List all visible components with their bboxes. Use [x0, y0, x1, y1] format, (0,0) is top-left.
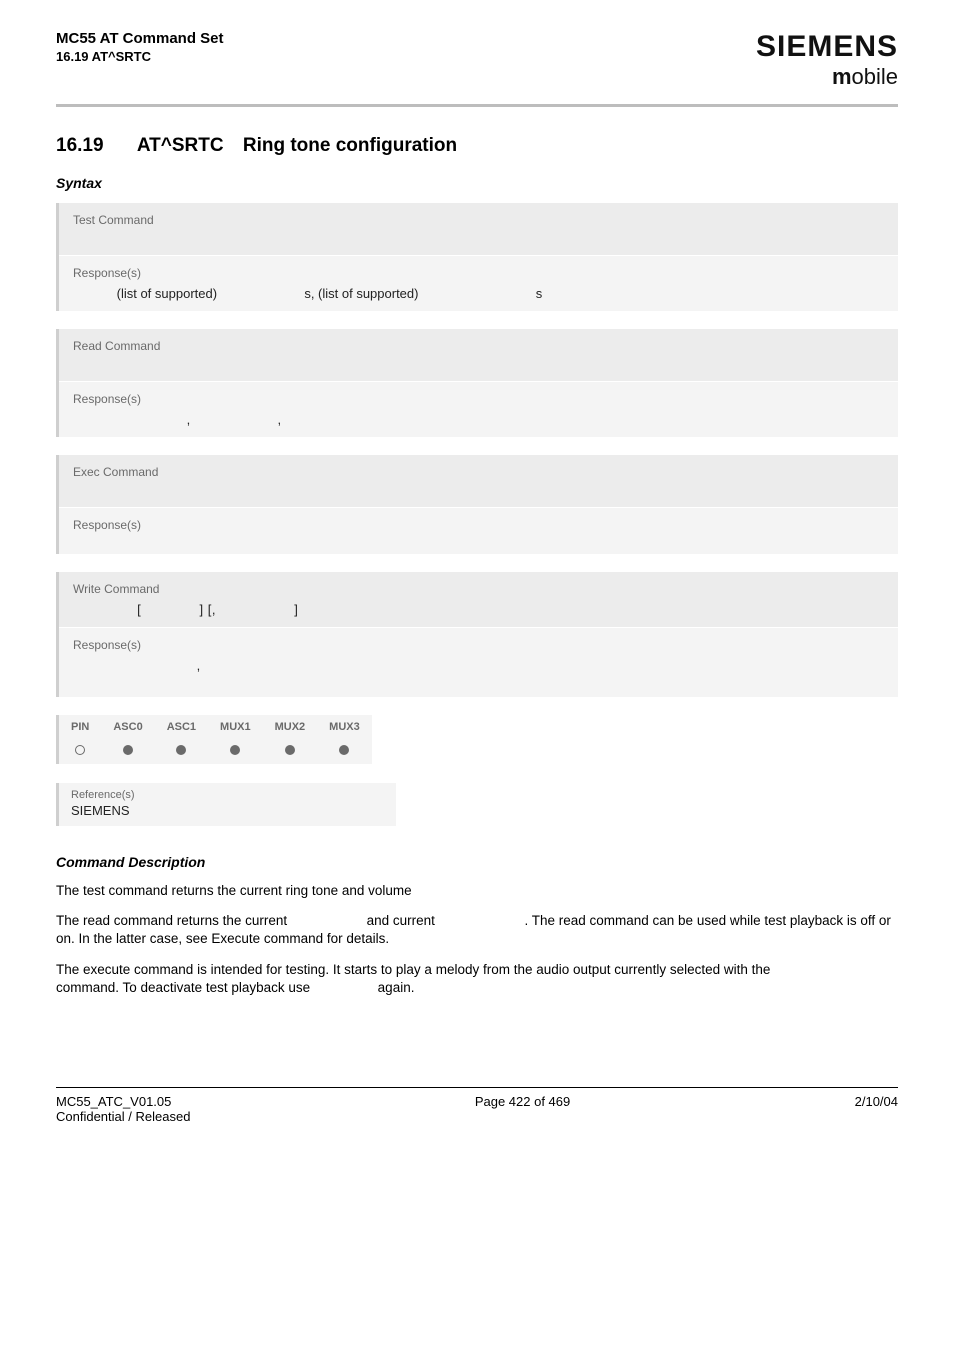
- availability-value-row: [59, 739, 372, 764]
- read-comma-1: ,: [187, 412, 191, 427]
- test-response-label: Response(s): [73, 266, 884, 280]
- desc-p2b: and current: [367, 913, 435, 928]
- footer-version: MC55_ATC_V01.05: [56, 1094, 190, 1109]
- availability-table: PIN ASC0 ASC1 MUX1 MUX2 MUX3: [56, 715, 372, 764]
- read-comma-2: ,: [278, 412, 282, 427]
- reference-label: Reference(s): [59, 783, 396, 803]
- exec-command-box: Exec Command Response(s): [56, 455, 898, 554]
- read-response-content: , ,: [73, 412, 884, 427]
- page-footer: MC55_ATC_V01.05 Confidential / Released …: [56, 1087, 898, 1124]
- test-resp-seg-b: s, (list of supported): [304, 286, 418, 301]
- col-mux3: MUX3: [317, 715, 372, 739]
- write-command-content: [ ] [, ]: [73, 602, 884, 617]
- reference-box: Reference(s) SIEMENS: [56, 783, 396, 826]
- desc-p3a: The execute command is intended for test…: [56, 962, 770, 977]
- availability-header-row: PIN ASC0 ASC1 MUX1 MUX2 MUX3: [59, 715, 372, 739]
- write-comma: ,: [197, 658, 201, 673]
- doc-subheading: 16.19 AT^SRTC: [56, 49, 224, 64]
- dot-filled-icon: [339, 745, 349, 755]
- section-heading: 16.19 AT^SRTC Ring tone configuration: [56, 135, 898, 157]
- desc-p2a: The read command returns the current: [56, 913, 287, 928]
- write-command-box: Write Command [ ] [, ] Response(s) ,: [56, 572, 898, 697]
- read-response-label: Response(s): [73, 392, 884, 406]
- col-asc0: ASC0: [101, 715, 154, 739]
- col-pin: PIN: [59, 715, 101, 739]
- desc-p2: The read command returns the current and…: [56, 912, 898, 948]
- dot-filled-icon: [176, 745, 186, 755]
- desc-p1: The test command returns the current rin…: [56, 882, 898, 900]
- header-rule: [56, 104, 898, 107]
- test-resp-seg-a: (list of supported): [117, 286, 217, 301]
- exec-command-label: Exec Command: [73, 465, 884, 479]
- col-asc1: ASC1: [155, 715, 208, 739]
- brand-sub-m: m: [832, 64, 852, 89]
- dot-filled-icon: [285, 745, 295, 755]
- exec-response-label: Response(s): [73, 518, 884, 532]
- reference-value: SIEMENS: [59, 803, 396, 826]
- col-mux2: MUX2: [263, 715, 318, 739]
- desc-p3: The execute command is intended for test…: [56, 961, 898, 997]
- test-resp-seg-c: s: [536, 286, 543, 301]
- dot-open-icon: [75, 745, 85, 755]
- syntax-heading: Syntax: [56, 175, 898, 191]
- command-description-body: The test command returns the current rin…: [56, 882, 898, 997]
- dot-filled-icon: [230, 745, 240, 755]
- doc-title: MC55 AT Command Set: [56, 30, 224, 47]
- write-response-label: Response(s): [73, 638, 884, 652]
- write-bracket-open: [: [137, 602, 141, 617]
- footer-classification: Confidential / Released: [56, 1109, 190, 1124]
- command-description-heading: Command Description: [56, 854, 898, 870]
- write-bracket-mid: ] [,: [200, 602, 216, 617]
- write-response-content: ,: [73, 658, 884, 673]
- test-response-content: (list of supported) s, (list of supporte…: [73, 286, 884, 301]
- brand-block: SIEMENS mobile: [756, 30, 898, 90]
- write-bracket-close: ]: [294, 602, 298, 617]
- read-command-box: Read Command Response(s) , ,: [56, 329, 898, 437]
- footer-page-number: Page 422 of 469: [475, 1094, 570, 1124]
- footer-date: 2/10/04: [855, 1094, 898, 1124]
- desc-p3b: command. To deactivate test playback use: [56, 980, 310, 995]
- section-command: AT^SRTC: [137, 135, 224, 157]
- desc-p3c: again.: [378, 980, 415, 995]
- section-title-text: Ring tone configuration: [243, 135, 457, 156]
- brand-logo-text: SIEMENS: [756, 30, 898, 64]
- read-command-label: Read Command: [73, 339, 884, 353]
- dot-filled-icon: [123, 745, 133, 755]
- brand-sub-rest: obile: [852, 64, 898, 89]
- write-command-label: Write Command: [73, 582, 884, 596]
- section-number: 16.19: [56, 135, 104, 157]
- test-command-label: Test Command: [73, 213, 884, 227]
- col-mux1: MUX1: [208, 715, 263, 739]
- test-command-box: Test Command Response(s) (list of suppor…: [56, 203, 898, 311]
- brand-sub-text: mobile: [756, 64, 898, 90]
